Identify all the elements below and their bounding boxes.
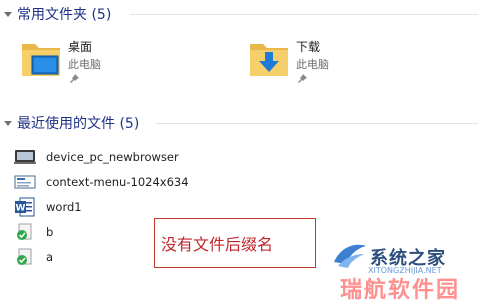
collapse-chevron-icon[interactable] [4,120,12,126]
file-name: a [46,250,54,264]
collapse-chevron-icon[interactable] [4,11,12,17]
watermark-overlay: 瑞航软件园 [340,278,461,303]
generic-file-icon [17,223,32,240]
image-file-icon [14,175,36,189]
folder-tile-desktop[interactable]: 桌面 此电脑 [20,38,170,98]
recent-files-header[interactable]: 最近使用的文件 (5) [4,113,139,133]
generic-file-icon [17,248,32,265]
annotation-text: 没有文件后缀名 [161,235,274,254]
file-name: word1 [46,200,82,214]
downloads-folder-icon [250,44,288,76]
folder-location: 此电脑 [296,58,329,71]
watermark-logo-icon [334,244,366,268]
folder-name: 桌面 [68,40,93,54]
file-name: b [46,225,54,239]
section-divider [130,14,478,15]
pin-icon[interactable] [298,74,307,83]
folder-location: 此电脑 [68,58,101,71]
list-item[interactable]: a [14,246,53,268]
list-item[interactable]: device_pc_newbrowser [14,146,179,168]
word-document-icon: W [15,197,35,217]
folder-tile-downloads[interactable]: 下载 此电脑 [248,38,398,98]
frequent-folders-header[interactable]: 常用文件夹 (5) [4,4,111,24]
list-item[interactable]: W word1 [14,196,82,218]
file-name: context-menu-1024x634 [46,175,189,189]
pin-icon[interactable] [70,74,79,83]
frequent-folders-title: 常用文件夹 (5) [17,7,112,23]
section-divider [156,123,478,124]
image-file-icon [14,150,36,164]
annotation-box: 没有文件后缀名 [154,218,316,268]
desktop-folder-icon [22,44,60,76]
list-item[interactable]: b [14,221,53,243]
list-item[interactable]: context-menu-1024x634 [14,171,189,193]
recent-files-title: 最近使用的文件 (5) [17,116,140,132]
svg-text:W: W [16,204,26,214]
file-name: device_pc_newbrowser [46,150,179,164]
folder-name: 下载 [296,40,321,54]
